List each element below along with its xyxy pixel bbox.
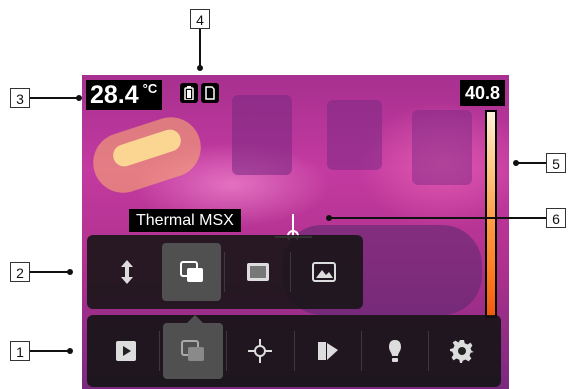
thermal-object-box xyxy=(327,100,382,170)
temperature-scale xyxy=(485,110,497,318)
callout-2: 2 xyxy=(10,262,30,282)
callout-4-line xyxy=(199,29,201,67)
callout-2-dot xyxy=(67,269,73,275)
temperature-unit: °C xyxy=(142,81,158,96)
camera-screen: 28.4 °C 40.8 Thermal MSX xyxy=(82,75,509,389)
callout-3-dot xyxy=(76,95,82,101)
status-icons xyxy=(180,83,219,103)
measurement-spot-icon xyxy=(248,339,273,363)
callout-4-dot xyxy=(197,65,203,71)
callout-1-dot xyxy=(67,348,73,354)
arrows-updown-button[interactable] xyxy=(97,243,156,301)
settings-button[interactable] xyxy=(432,323,492,379)
callout-3-line xyxy=(30,97,80,99)
callout-5-line xyxy=(517,162,546,164)
callout-4: 4 xyxy=(190,9,210,29)
image-mode-button[interactable] xyxy=(163,315,224,379)
callout-5: 5 xyxy=(546,153,566,173)
settings-gear-icon xyxy=(449,340,474,363)
thermal-mode-button[interactable] xyxy=(228,243,287,301)
color-palette-button[interactable] xyxy=(297,323,357,379)
divider xyxy=(293,331,295,371)
divider xyxy=(159,331,161,371)
msx-mode-icon xyxy=(179,261,203,282)
temperature-value: 28.4 xyxy=(90,81,139,109)
play-icon xyxy=(116,341,137,361)
divider xyxy=(224,252,226,292)
scale-max-value: 40.8 xyxy=(459,80,505,106)
callout-3: 3 xyxy=(10,88,30,108)
temperature-readout: 28.4 °C xyxy=(86,80,163,110)
digital-camera-mode-icon xyxy=(311,262,336,282)
digital-camera-mode-button[interactable] xyxy=(294,243,353,301)
callout-2-line xyxy=(30,271,70,273)
divider xyxy=(226,331,228,371)
thermal-object-box xyxy=(232,95,292,175)
arrows-updown-icon xyxy=(120,260,133,284)
thermal-mode-icon xyxy=(246,263,269,281)
divider xyxy=(360,331,362,371)
measurement-button[interactable] xyxy=(230,323,290,379)
divider xyxy=(427,331,429,371)
thermal-object-box xyxy=(412,110,472,185)
image-mode-submenu xyxy=(87,235,363,309)
color-palette-icon xyxy=(317,342,338,360)
callout-1: 1 xyxy=(10,341,30,361)
msx-mode-button[interactable] xyxy=(162,243,222,301)
callout-6-dot xyxy=(326,215,332,221)
callout-6: 6 xyxy=(546,208,566,228)
main-menu xyxy=(87,315,501,387)
lamp-button[interactable] xyxy=(365,323,425,379)
callout-1-line xyxy=(30,350,70,352)
divider xyxy=(290,252,291,292)
lamp-icon xyxy=(388,340,401,362)
image-mode-icon xyxy=(181,340,205,361)
gallery-button[interactable] xyxy=(96,323,156,379)
image-mode-label: Thermal MSX xyxy=(129,209,241,232)
battery-icon xyxy=(180,83,198,103)
sd-card-icon xyxy=(201,83,219,103)
callout-6-line xyxy=(330,217,546,219)
callout-5-dot xyxy=(513,160,519,166)
